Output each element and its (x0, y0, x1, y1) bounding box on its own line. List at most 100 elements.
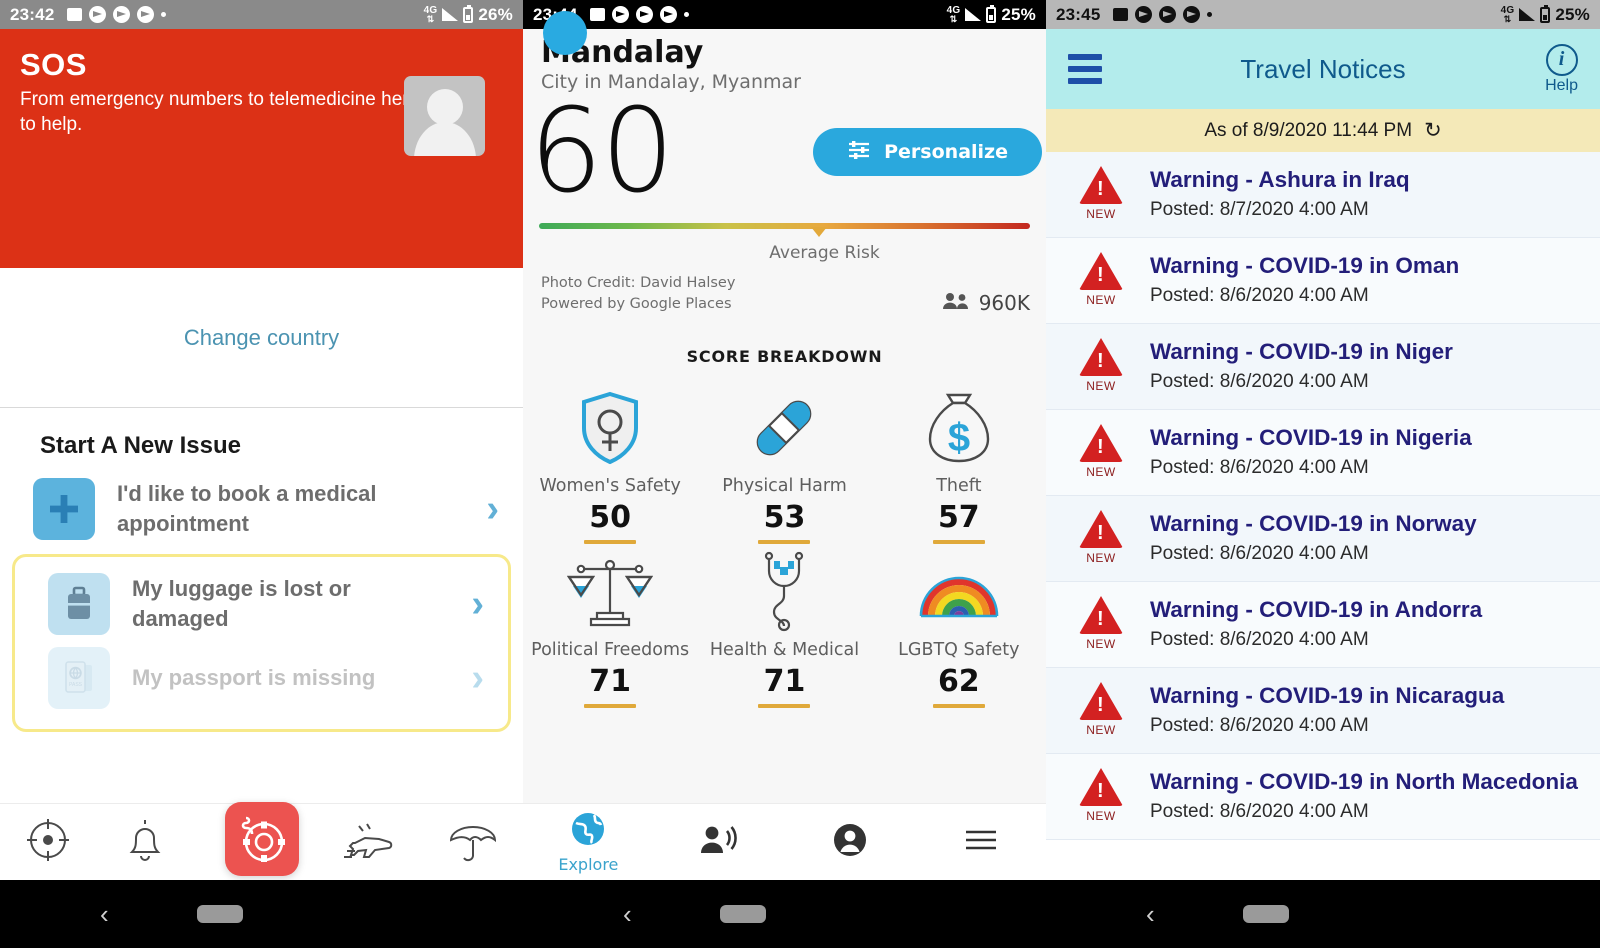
tab-announcements[interactable] (654, 824, 785, 861)
network-icon: 4G ⇅ (423, 4, 438, 24)
back-icon[interactable]: ‹ (623, 899, 632, 930)
android-nav-bar: ‹ (523, 880, 1046, 948)
score-value: 57 (937, 500, 980, 536)
issue-label: I'd like to book a medical appointment (117, 481, 377, 536)
photo-icon (1113, 8, 1129, 21)
notice-date: Posted: 8/6/2020 4:00 AM (1150, 371, 1369, 392)
chevron-right-icon[interactable]: › (471, 659, 484, 697)
battery-percent: 26% (478, 4, 513, 24)
refresh-icon[interactable]: ↻ (1424, 118, 1442, 143)
change-country-link[interactable]: Change country (184, 325, 339, 351)
issue-row-medical-appointment[interactable]: I'd like to book a medical appointment › (0, 472, 523, 546)
back-icon[interactable]: ‹ (1146, 899, 1155, 930)
score-label: Theft (936, 476, 982, 497)
status-time: 23:45 (1056, 4, 1101, 24)
notice-date: Posted: 8/6/2020 4:00 AM (1150, 457, 1369, 478)
home-pill-icon[interactable] (1242, 905, 1289, 923)
signal-icon (965, 8, 982, 21)
issue-row-luggage[interactable]: My luggage is lost or damaged › (15, 567, 508, 641)
score-cell-health-medical[interactable]: Health & Medical 71 (697, 550, 871, 709)
new-badge: NEW (1086, 637, 1116, 651)
page-title: Travel Notices (1240, 53, 1406, 84)
tab-explore[interactable]: Explore (523, 811, 654, 874)
sos-fab-button[interactable] (224, 802, 299, 876)
credits-row: Photo Credit: David Halsey Powered by Go… (523, 263, 1046, 315)
avatar[interactable] (404, 76, 485, 156)
notice-row[interactable]: NEW Warning - COVID-19 in Nigeria Posted… (1046, 410, 1600, 496)
score-row: 60 Personalize (523, 92, 1046, 211)
back-icon[interactable]: ‹ (100, 899, 109, 930)
tab-menu[interactable] (915, 828, 1046, 857)
money-bag-icon: $ (924, 386, 994, 470)
chevron-right-icon[interactable]: › (471, 585, 484, 623)
notices-list[interactable]: NEW Warning - Ashura in Iraq Posted: 8/7… (1046, 152, 1600, 840)
notice-title: Warning - COVID-19 in Nigeria (1150, 425, 1472, 450)
score-cell-physical-harm[interactable]: Physical Harm 53 (697, 386, 871, 545)
home-pill-icon[interactable] (196, 905, 243, 923)
nav-crosshair-icon[interactable] (25, 817, 71, 868)
new-badge: NEW (1086, 293, 1116, 307)
telegram-icon (660, 6, 678, 23)
globe-icon (570, 811, 606, 852)
suitcase-icon (48, 573, 110, 635)
score-cell-political-freedoms[interactable]: Political Freedoms 71 (523, 550, 697, 709)
score-value: 53 (763, 500, 806, 536)
as-of-bar: As of 8/9/2020 11:44 PM ↻ (1046, 109, 1600, 152)
sos-panel: 23:42 4G ⇅ 26% SOS From emergency numbers… (0, 0, 523, 948)
notice-row[interactable]: NEW Warning - COVID-19 in Oman Posted: 8… (1046, 238, 1600, 324)
tab-account[interactable] (785, 823, 916, 862)
score-underline (758, 704, 811, 709)
notice-row[interactable]: NEW Warning - Ashura in Iraq Posted: 8/7… (1046, 152, 1600, 238)
notice-row[interactable]: NEW Warning - COVID-19 in North Macedoni… (1046, 754, 1600, 840)
notice-row[interactable]: NEW Warning - COVID-19 in Andorra Posted… (1046, 582, 1600, 668)
screenshot-collage: 23:42 4G ⇅ 26% SOS From emergency numbers… (0, 0, 1600, 948)
city-avatar-icon (543, 11, 587, 55)
people-icon (942, 291, 970, 315)
status-bar: 23:45 4G ⇅ 25% (1046, 0, 1600, 29)
notice-row[interactable]: NEW Warning - COVID-19 in Norway Posted:… (1046, 496, 1600, 582)
info-icon: i (1545, 43, 1578, 76)
score-cell-womens-safety[interactable]: Women's Safety 50 (523, 386, 697, 545)
score-value: 71 (763, 664, 806, 700)
svg-text:$: $ (948, 416, 970, 460)
nav-umbrella-icon[interactable] (448, 816, 498, 869)
telegram-icon (137, 6, 155, 23)
warning-badge: NEW (1070, 338, 1132, 393)
score-value: 71 (589, 664, 632, 700)
network-icon: 4G ⇅ (1500, 4, 1515, 24)
score-label: Health & Medical (709, 640, 860, 661)
score-underline (758, 540, 811, 545)
rainbow-icon (917, 550, 1001, 634)
nav-airplane-icon[interactable] (343, 817, 397, 868)
warning-triangle-icon (1079, 682, 1123, 720)
new-badge: NEW (1086, 465, 1116, 479)
nav-bell-icon[interactable] (122, 816, 168, 869)
warning-triangle-icon (1079, 166, 1123, 204)
warning-triangle-icon (1079, 338, 1123, 376)
city-name: Mandalay (541, 35, 704, 70)
home-pill-icon[interactable] (719, 905, 766, 923)
population-value: 960K (978, 291, 1030, 316)
telegram-icon (612, 6, 630, 23)
help-button[interactable]: i Help (1545, 43, 1578, 95)
as-of-text: As of 8/9/2020 11:44 PM (1204, 119, 1413, 141)
warning-badge: NEW (1070, 166, 1132, 221)
score-cell-lgbtq-safety[interactable]: LGBTQ Safety 62 (872, 550, 1046, 709)
notice-date: Posted: 8/6/2020 4:00 AM (1150, 629, 1369, 650)
notice-row[interactable]: NEW Warning - COVID-19 in Nicaragua Post… (1046, 668, 1600, 754)
notice-row[interactable]: NEW Warning - COVID-19 in Niger Posted: … (1046, 324, 1600, 410)
score-cell-theft[interactable]: $ Theft 57 (872, 386, 1046, 545)
powered-by: Powered by Google Places (541, 296, 732, 313)
chevron-right-icon[interactable]: › (486, 490, 499, 528)
warning-badge: NEW (1070, 682, 1132, 737)
notice-title: Warning - COVID-19 in Andorra (1150, 597, 1483, 622)
risk-label: Average Risk (769, 243, 880, 264)
issue-row-passport[interactable]: PASS My passport is missing › (15, 641, 508, 715)
score-underline (584, 704, 637, 709)
bottom-navigation: Explore (523, 803, 1046, 880)
warning-triangle-icon (1079, 768, 1123, 806)
signal-icon (442, 8, 459, 21)
hamburger-icon[interactable] (1068, 54, 1102, 84)
personalize-button[interactable]: Personalize (813, 128, 1042, 177)
battery-icon (986, 4, 997, 23)
